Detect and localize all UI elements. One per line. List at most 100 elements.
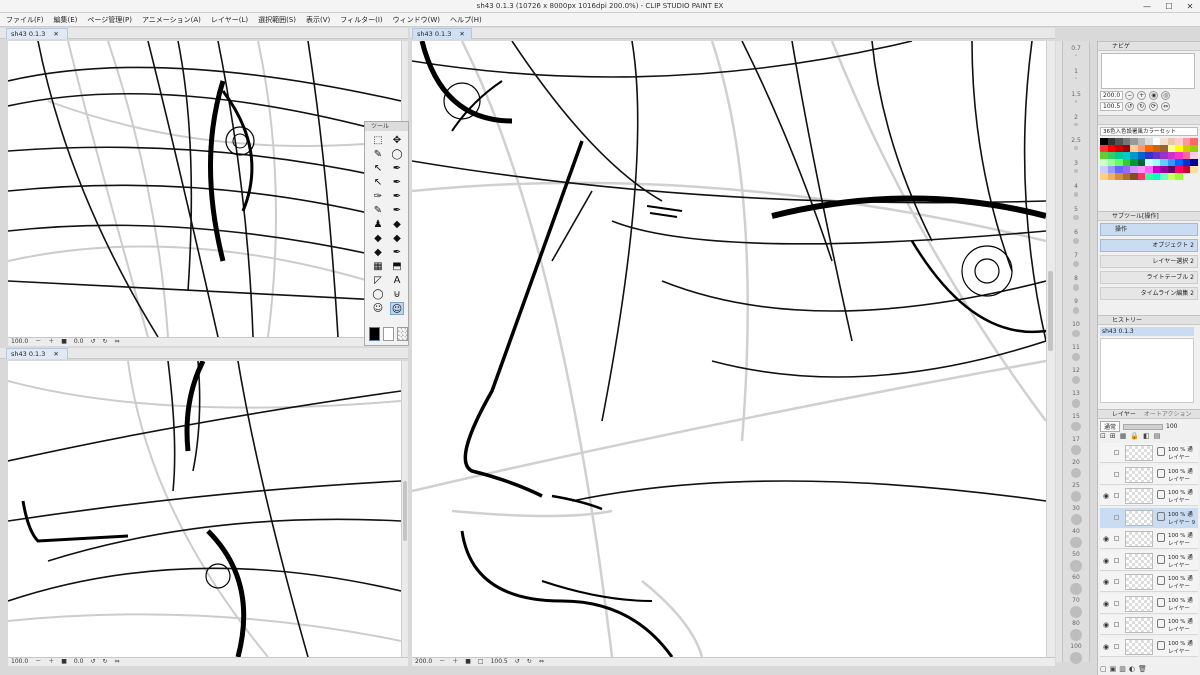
- menu-selection[interactable]: 選択範囲(S): [258, 13, 296, 26]
- brush-size-label[interactable]: 2.5: [1063, 137, 1089, 144]
- airbrush-tool-icon[interactable]: ✒: [390, 204, 404, 217]
- navigator-zoom[interactable]: 200.0: [1100, 91, 1124, 100]
- color-swatch[interactable]: [1107, 138, 1115, 145]
- flip-icon[interactable]: ⇔: [539, 658, 544, 666]
- color-swatch[interactable]: [1122, 173, 1130, 180]
- color-swatch[interactable]: [1145, 138, 1153, 145]
- flip-icon[interactable]: ⇔: [115, 338, 120, 346]
- brush-size-dot[interactable]: [1072, 284, 1080, 291]
- color-swatch[interactable]: [1122, 159, 1130, 166]
- color-swatch[interactable]: [1137, 138, 1145, 145]
- lock-checkbox[interactable]: [1114, 514, 1119, 520]
- brush-size-label[interactable]: 5: [1063, 206, 1089, 213]
- lock-checkbox[interactable]: [1114, 471, 1119, 477]
- brush-size-dot[interactable]: [1070, 491, 1082, 502]
- color-swatch[interactable]: [1130, 173, 1138, 180]
- hand-tool-icon[interactable]: ☺: [390, 302, 404, 315]
- brush-size-dot[interactable]: [1074, 146, 1078, 150]
- tab-main[interactable]: sh43 0.1.3 ✕: [412, 28, 472, 39]
- color-swatch[interactable]: [1182, 152, 1190, 159]
- main-vscroll[interactable]: [1046, 41, 1055, 657]
- color-swatch[interactable]: [1190, 159, 1198, 166]
- clip-icon[interactable]: ⊡: [1100, 432, 1106, 440]
- zoom-in-icon[interactable]: ＋: [48, 658, 54, 666]
- delete-layer-icon[interactable]: 🗑: [1138, 665, 1147, 673]
- zoom-out-icon[interactable]: −: [1125, 91, 1135, 100]
- tab-left-bottom[interactable]: sh43 0.1.3 ✕: [6, 348, 68, 359]
- zoom-out-icon[interactable]: －: [35, 658, 41, 666]
- ruler-tool-icon[interactable]: ⊍: [390, 288, 404, 301]
- eye-icon[interactable]: ◉: [1103, 557, 1109, 565]
- new-raster-layer-icon[interactable]: ▢: [1100, 665, 1107, 673]
- color-set-header[interactable]: [1098, 115, 1200, 125]
- zoom-in-icon[interactable]: ＋: [452, 658, 458, 666]
- color-swatch[interactable]: [1107, 159, 1115, 166]
- selection-tool-icon[interactable]: ⬚: [371, 134, 385, 147]
- brush-size-label[interactable]: 8: [1063, 275, 1089, 282]
- rotate-left-icon[interactable]: ↺: [1125, 102, 1135, 111]
- brush-size-dot[interactable]: [1071, 399, 1081, 408]
- color-swatch[interactable]: [1167, 138, 1175, 145]
- zoom-out-icon[interactable]: －: [439, 658, 445, 666]
- brush-size-label[interactable]: 80: [1063, 620, 1089, 627]
- brush-size-dot[interactable]: [1070, 606, 1082, 618]
- brush-size-label[interactable]: 20: [1063, 459, 1089, 466]
- rotate-right-icon[interactable]: ↻: [527, 658, 532, 666]
- menu-window[interactable]: ウィンドウ(W): [393, 13, 440, 26]
- color-swatch[interactable]: [1107, 152, 1115, 159]
- lock-checkbox[interactable]: [1114, 622, 1119, 627]
- blend-mode-select[interactable]: 通常: [1100, 421, 1121, 432]
- menu-file[interactable]: ファイル(F): [6, 13, 44, 26]
- color-swatch[interactable]: [1152, 138, 1160, 145]
- brush-size-dot[interactable]: [1075, 54, 1077, 56]
- color-swatch[interactable]: [1107, 145, 1115, 152]
- actual-size-icon[interactable]: □: [478, 658, 484, 666]
- canvas-left-bottom[interactable]: [8, 361, 401, 657]
- brush-size-label[interactable]: 60: [1063, 574, 1089, 581]
- brush-size-dot[interactable]: [1070, 629, 1082, 641]
- menu-page[interactable]: ページ管理(P): [87, 13, 132, 26]
- rotation-value[interactable]: 0.0: [74, 658, 84, 666]
- close-icon[interactable]: ✕: [53, 29, 58, 39]
- opacity-value[interactable]: 100: [1166, 423, 1177, 430]
- eraser-tool-icon[interactable]: ◆: [390, 218, 404, 231]
- color-swatch[interactable]: [1115, 138, 1123, 145]
- sub-tool-timeline-edit[interactable]: タイムライン編集 2: [1100, 287, 1198, 300]
- brush-size-dot[interactable]: [1074, 77, 1078, 80]
- zoom-value[interactable]: 100.0: [11, 658, 28, 666]
- balloon-tool-icon[interactable]: ◯: [371, 288, 385, 301]
- transparent-color-swatch[interactable]: [397, 327, 408, 341]
- sub-tool-light-table[interactable]: ライトテーブル 2: [1100, 271, 1198, 284]
- color-swatch[interactable]: [1167, 145, 1175, 152]
- layer-row[interactable]: ◉ 100 % 通レイヤー: [1100, 550, 1198, 571]
- move-tool-icon[interactable]: ✥: [390, 134, 404, 147]
- color-swatch[interactable]: [1160, 138, 1168, 145]
- eye-icon[interactable]: ◉: [1103, 492, 1109, 500]
- scroll-thumb[interactable]: [403, 481, 407, 541]
- sub-tool-group-operation[interactable]: 操作: [1100, 223, 1198, 236]
- color-swatch[interactable]: [1152, 145, 1160, 152]
- fit-icon[interactable]: ■: [465, 658, 471, 666]
- fill-bucket-icon[interactable]: ◆: [371, 246, 385, 259]
- color-swatch[interactable]: [1160, 152, 1168, 159]
- color-swatch[interactable]: [1145, 145, 1153, 152]
- left-bottom-vscroll[interactable]: [401, 361, 408, 657]
- color-set-select[interactable]: 36色入色設署風カラーセット: [1100, 127, 1198, 136]
- extra-value[interactable]: 100.5: [491, 658, 508, 666]
- eye-icon[interactable]: ◉: [1103, 621, 1109, 629]
- maximize-button[interactable]: ☐: [1162, 1, 1176, 12]
- color-swatch[interactable]: [1137, 166, 1145, 173]
- fit-icon[interactable]: ◉: [1149, 91, 1159, 100]
- color-swatch[interactable]: [1190, 145, 1198, 152]
- color-swatch[interactable]: [1100, 138, 1108, 145]
- tab-left-top[interactable]: sh43 0.1.3 ✕: [6, 28, 68, 39]
- brush-size-dot[interactable]: [1072, 353, 1080, 361]
- brush-size-dot[interactable]: [1073, 238, 1079, 244]
- canvas-left-top[interactable]: [8, 41, 401, 337]
- layer-row[interactable]: ◉ 100 % 通レイヤー: [1100, 486, 1198, 506]
- brush-size-label[interactable]: 17: [1063, 436, 1089, 443]
- lock-icon[interactable]: 🔒: [1130, 432, 1139, 440]
- color-swatch[interactable]: [1137, 159, 1145, 166]
- brush-size-label[interactable]: 1: [1063, 68, 1089, 75]
- opacity-slider[interactable]: [1123, 423, 1164, 430]
